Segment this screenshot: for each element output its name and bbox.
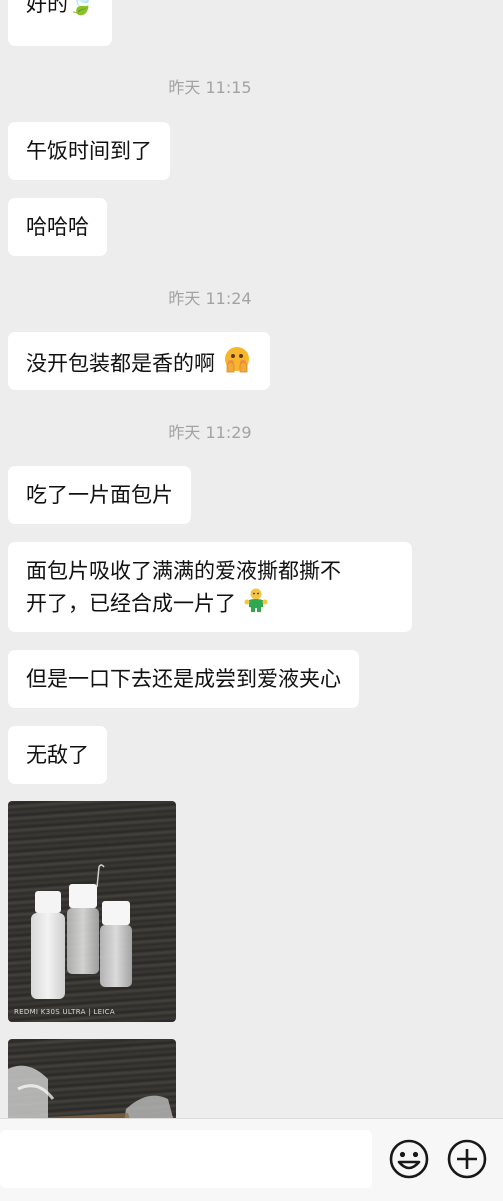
message-text: 吃了一片面包片 [26,483,173,507]
chat-history[interactable]: 好的🍃 昨天 11:15 午饭时间到了 哈哈哈 昨天 11:24 没开包装都是香… [0,0,503,1118]
flushed-face-emoji-icon [222,345,252,384]
message-text: 午饭时间到了 [26,139,152,163]
message-text-line: 开了，已经合成一片了 [26,591,236,616]
message-bubble[interactable]: 但是一口下去还是成尝到爱液夹心 [8,650,359,708]
photo-watermark: REDMI K30S ULTRA | LEICA [14,1008,115,1016]
message-text: 哈哈哈 [26,215,89,239]
packet-photo [8,1065,174,1118]
bottles-photo [31,864,132,999]
emoji-button[interactable] [388,1138,430,1180]
message-text: 但是一口下去还是成尝到爱液夹心 [26,667,341,691]
message-text: 好的🍃 [26,0,95,16]
message-bubble-partial[interactable]: 好的🍃 [8,0,113,46]
photo-message[interactable]: REDMI K30S ULTRA | LEICA [8,801,176,1022]
timestamp: 昨天 11:24 [168,289,252,308]
message-bubble[interactable]: 哈哈哈 [8,198,107,256]
timestamp: 昨天 11:15 [168,78,252,97]
message-bubble[interactable]: 午饭时间到了 [8,122,170,180]
plus-circle-icon [447,1139,487,1179]
timestamp: 昨天 11:29 [168,423,252,442]
input-bar [0,1118,503,1201]
hugging-figure-emoji-icon [243,587,269,622]
message-text: 没开包装都是香的啊 [26,351,215,376]
photo-message[interactable] [8,1039,176,1118]
message-text: 无敌了 [26,743,89,767]
smiley-face-icon [389,1139,429,1179]
message-text-line: 面包片吸收了满满的爱液撕都撕不 [26,559,341,583]
message-bubble[interactable]: 吃了一片面包片 [8,466,191,524]
message-input[interactable] [0,1130,372,1188]
message-bubble[interactable]: 面包片吸收了满满的爱液撕都撕不 开了，已经合成一片了 [8,542,412,632]
more-button[interactable] [446,1138,488,1180]
message-bubble[interactable]: 没开包装都是香的啊 [8,332,270,390]
message-bubble[interactable]: 无敌了 [8,726,107,784]
